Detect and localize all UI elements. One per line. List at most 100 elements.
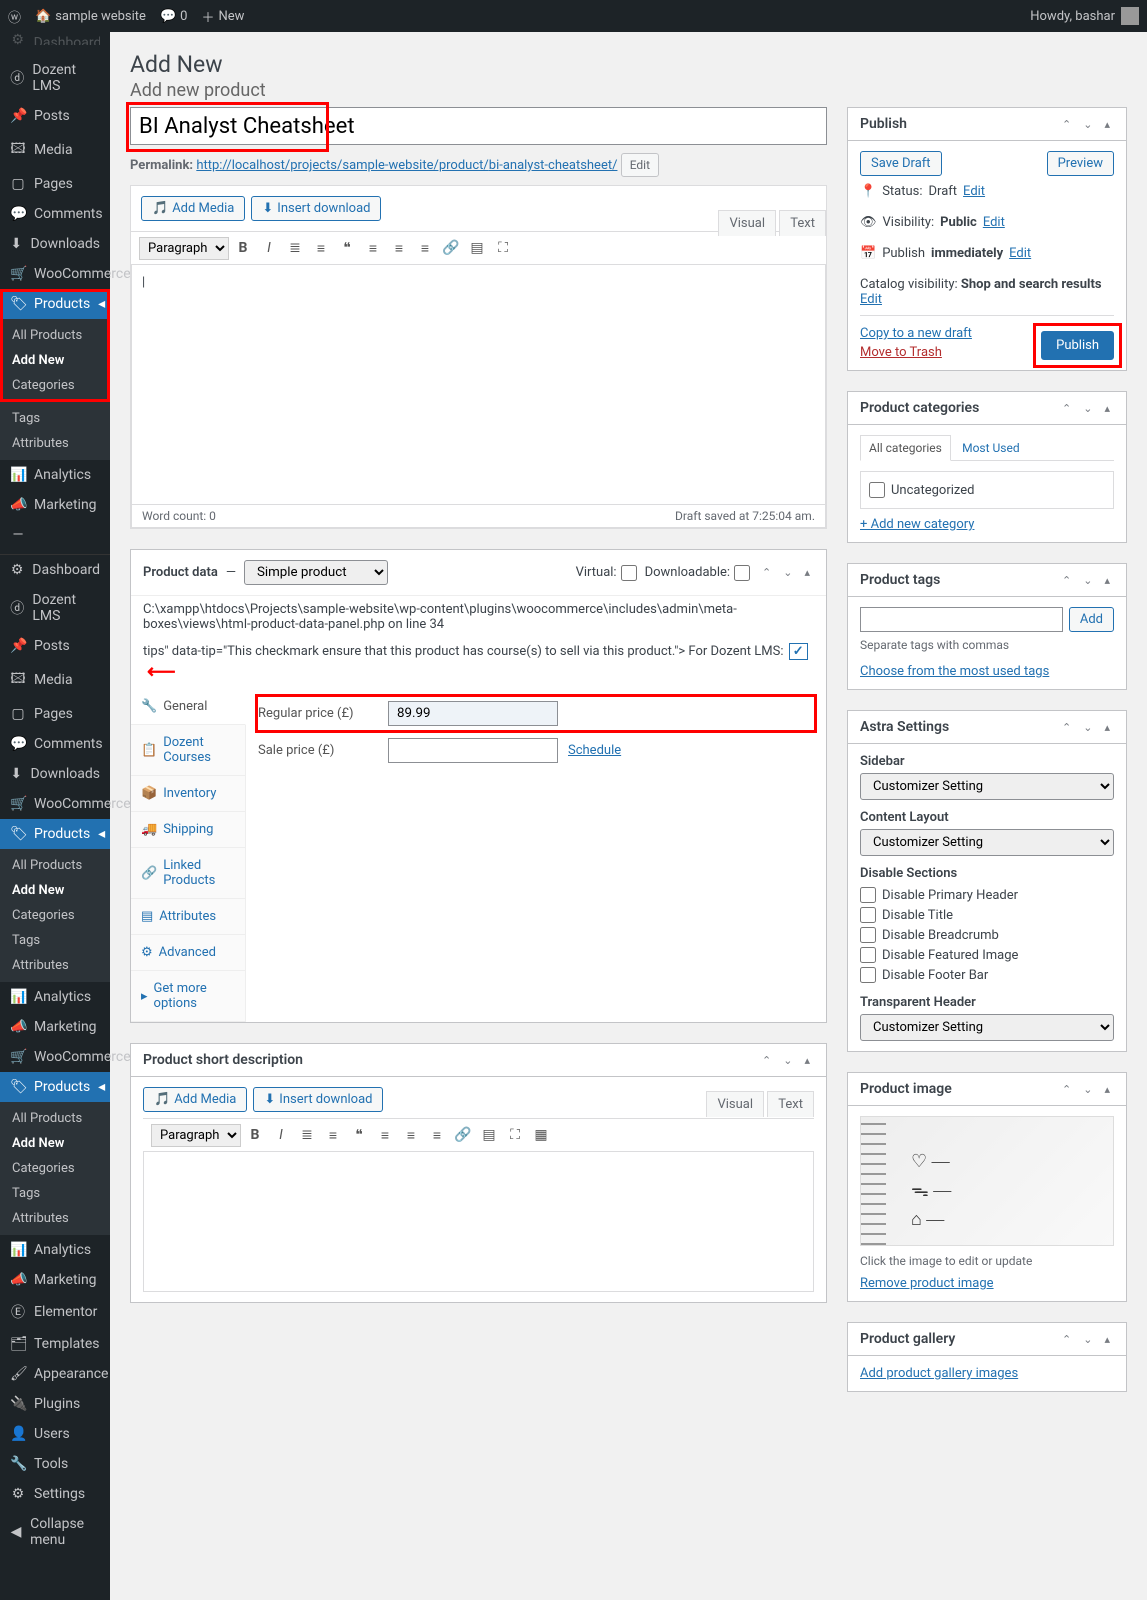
sidebar-item[interactable]: 🛒WooCommerce [0,789,110,819]
align-right-icon[interactable]: ≡ [413,236,437,260]
sidebar-item[interactable]: 📊Analytics [0,460,110,490]
ol-icon[interactable]: ≡ [309,236,333,260]
move-trash-link[interactable]: Move to Trash [860,345,942,360]
comments-link[interactable]: 💬 0 [160,9,188,24]
sub-categories-3[interactable]: Categories [0,1156,110,1181]
save-draft-button[interactable]: Save Draft [860,151,942,176]
sub-tags-2[interactable]: Tags [0,928,110,953]
tag-input[interactable] [860,607,1063,632]
sidebar-item[interactable]: 🖾Media [0,661,110,699]
sidebar-item[interactable]: 💬Comments [0,199,110,229]
product-tab[interactable]: 📋Dozent Courses [131,725,245,776]
text-tab[interactable]: Text [779,210,826,236]
sidebar-item[interactable]: 🖌Appearance [0,1359,110,1389]
triangle-up-icon[interactable]: ▴ [800,566,814,579]
sub-all-products-2[interactable]: All Products [0,853,110,878]
sub-attributes-2[interactable]: Attributes [0,953,110,978]
chevron-up-icon[interactable]: ⌃ [1058,118,1075,131]
sidebar-item[interactable]: ⬇Downloads [0,229,110,259]
edit-visibility[interactable]: Edit [983,215,1005,230]
schedule-link[interactable]: Schedule [568,743,621,758]
choose-tags-link[interactable]: Choose from the most used tags [860,664,1049,679]
visual-tab[interactable]: Visual [718,210,776,236]
disable-checkbox[interactable]: Disable Featured Image [860,945,1114,965]
sidebar-item[interactable]: ⚙Settings [0,1479,110,1509]
link-icon[interactable]: 🔗 [451,1123,475,1147]
most-used-tab[interactable]: Most Used [954,436,1028,460]
quote-icon[interactable]: ❝ [335,236,359,260]
sidebar-item[interactable]: ⚙Dashboard [0,555,110,585]
edit-publish-date[interactable]: Edit [1009,246,1031,261]
sidebar-item[interactable]: 📊Analytics [0,982,110,1012]
align-center-icon[interactable]: ≡ [387,236,411,260]
chevron-down-icon[interactable]: ⌄ [1079,118,1096,131]
short-desc-editor[interactable] [143,1152,814,1292]
product-image-thumb[interactable] [860,1116,1114,1246]
sidebar-item[interactable]: 📌Posts [0,101,110,131]
triangle-up-icon[interactable]: ▴ [1100,118,1114,131]
chevron-up-icon[interactable]: ⌃ [758,566,775,579]
italic-icon[interactable]: I [257,236,281,260]
sub-tags[interactable]: Tags [0,406,110,431]
sidebar-item[interactable]: 🛒WooCommerce [0,1042,110,1072]
preview-button[interactable]: Preview [1047,151,1114,176]
insert-download-button[interactable]: ⬇Insert download [251,196,381,221]
sidebar-item[interactable]: ◀Collapse menu [0,1509,110,1555]
quote-icon[interactable]: ❝ [347,1123,371,1147]
toolbar-toggle-icon[interactable]: ▦ [529,1123,553,1147]
bold-icon[interactable]: B [243,1123,267,1147]
edit-catalog[interactable]: Edit [860,292,882,307]
permalink-url[interactable]: http://localhost/projects/sample-website… [196,158,617,173]
sidebar-item[interactable]: 📣Marketing [0,1012,110,1042]
sidebar-item[interactable]: ⓓDozent LMS [0,55,110,101]
sidebar-item[interactable]: 🛒WooCommerce [0,259,110,289]
sidebar-products-3[interactable]: 🏷Products◂ [0,1072,110,1102]
site-link[interactable]: 🏠 sample website [35,9,146,24]
sub-all-products-3[interactable]: All Products [0,1106,110,1131]
fullscreen-icon[interactable]: ⛶ [503,1123,527,1147]
format-select[interactable]: Paragraph [139,237,229,260]
visual-tab-2[interactable]: Visual [706,1091,764,1117]
add-media-button[interactable]: 🎵Add Media [141,196,245,221]
sidebar-item[interactable]: ⒺElementor [0,1295,110,1329]
edit-slug-button[interactable]: Edit [621,153,659,177]
more-icon[interactable]: ▤ [465,236,489,260]
sidebar-item[interactable]: 🖾Media [0,131,110,169]
disable-checkbox[interactable]: Disable Breadcrumb [860,925,1114,945]
chevron-up-icon[interactable]: ⌃ [758,1054,775,1067]
product-tab[interactable]: 🔗Linked Products [131,848,245,899]
more-icon[interactable]: ▤ [477,1123,501,1147]
chevron-down-icon[interactable]: ⌄ [779,1054,796,1067]
disable-checkbox[interactable]: Disable Title [860,905,1114,925]
sidebar-item[interactable]: — [0,520,110,550]
sub-all-products[interactable]: All Products [0,323,110,348]
insert-download-button-2[interactable]: ⬇Insert download [253,1087,383,1112]
text-tab-2[interactable]: Text [767,1091,814,1117]
ul-icon[interactable]: ≣ [283,236,307,260]
add-media-button-2[interactable]: 🎵Add Media [143,1087,247,1112]
remove-image-link[interactable]: Remove product image [860,1276,994,1291]
italic-icon[interactable]: I [269,1123,293,1147]
sub-attributes-3[interactable]: Attributes [0,1206,110,1231]
align-left-icon[interactable]: ≡ [361,236,385,260]
format-select-2[interactable]: Paragraph [151,1124,241,1147]
sub-attributes[interactable]: Attributes [0,431,110,456]
triangle-up-icon[interactable]: ▴ [800,1054,814,1067]
product-tab[interactable]: 🔧General [131,689,246,725]
add-category-link[interactable]: + Add new category [860,517,974,532]
astra-sidebar-select[interactable]: Customizer Setting [860,773,1114,800]
sub-categories-2[interactable]: Categories [0,903,110,928]
product-tab[interactable]: ⚙Advanced [131,935,245,971]
sidebar-item[interactable]: ▢Pages [0,169,110,199]
product-tab[interactable]: ▸Get more options [131,971,245,1022]
align-center-icon[interactable]: ≡ [399,1123,423,1147]
align-left-icon[interactable]: ≡ [373,1123,397,1147]
sidebar-products[interactable]: 🏷Products◂ [0,289,110,319]
add-gallery-link[interactable]: Add product gallery images [860,1366,1018,1381]
copy-draft-link[interactable]: Copy to a new draft [860,326,972,341]
link-icon[interactable]: 🔗 [439,236,463,260]
product-title-input[interactable] [130,107,827,145]
sidebar-item[interactable]: 📣Marketing [0,1265,110,1295]
astra-content-select[interactable]: Customizer Setting [860,829,1114,856]
sidebar-item[interactable]: ⓓDozent LMS [0,585,110,631]
